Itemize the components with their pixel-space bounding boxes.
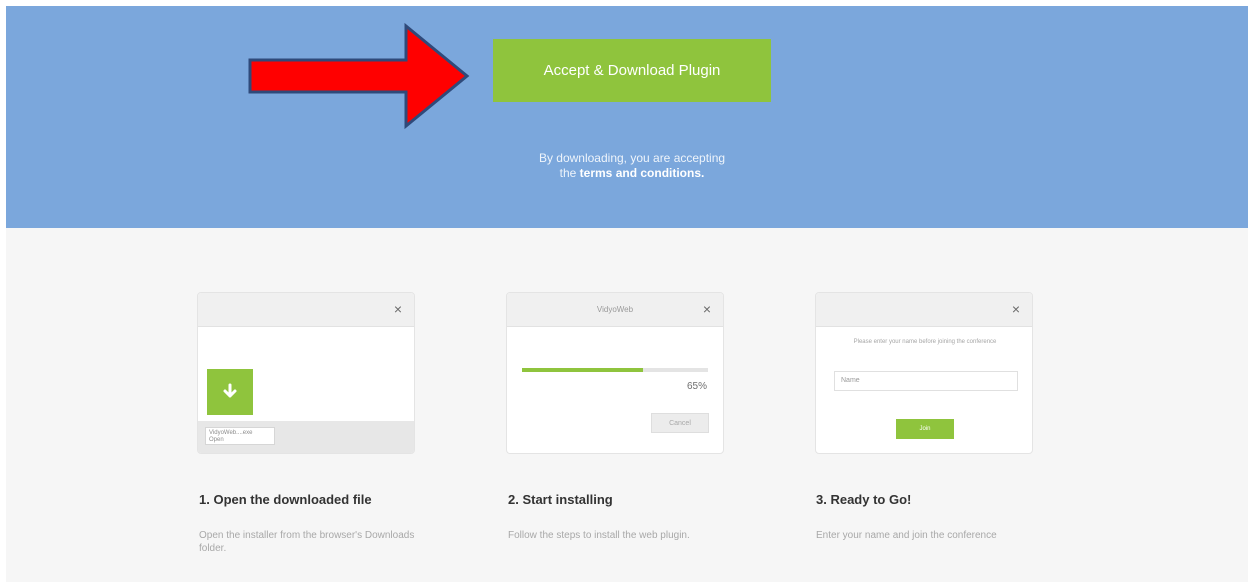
close-icon: × <box>1011 301 1020 317</box>
install-progress-bar <box>522 368 708 372</box>
step-2-illustration: VidyoWeb × 65% Cancel <box>506 292 724 454</box>
join-button: Join <box>896 419 954 439</box>
downloaded-file-chip: VidyoWeb....exe Open <box>205 427 275 445</box>
downloaded-file-action: Open <box>209 437 224 443</box>
plugin-download-page: Accept & Download Plugin By downloading,… <box>6 6 1248 582</box>
window-titlebar: × <box>816 293 1032 327</box>
step-1-illustration: × VidyoWeb....exe Open <box>197 292 415 454</box>
step-1-description: Open the installer from the browser's Do… <box>199 530 415 554</box>
annotation-arrow-icon <box>248 22 470 130</box>
downloads-bar: VidyoWeb....exe Open <box>198 421 414 453</box>
step-1-title: 1. Open the downloaded file <box>199 492 372 507</box>
step-3-description: Enter your name and join the conference <box>816 530 997 541</box>
step-2-description: Follow the steps to install the web plug… <box>508 530 690 541</box>
window-titlebar: VidyoWeb × <box>507 293 723 327</box>
step-2-title: 2. Start installing <box>508 492 613 507</box>
terms-line-2: the terms and conditions. <box>427 166 837 181</box>
install-progress-fill <box>522 368 643 372</box>
downloaded-file-name: VidyoWeb....exe <box>209 430 253 436</box>
close-icon: × <box>393 301 402 317</box>
download-hero: Accept & Download Plugin By downloading,… <box>6 6 1248 228</box>
terms-and-conditions-link[interactable]: terms and conditions. <box>580 166 705 180</box>
window-title: VidyoWeb <box>596 305 634 314</box>
accept-download-plugin-button[interactable]: Accept & Download Plugin <box>493 39 771 102</box>
terms-prefix: the <box>559 166 577 180</box>
step-3-title: 3. Ready to Go! <box>816 492 912 507</box>
download-tile <box>207 369 253 415</box>
cancel-button: Cancel <box>651 413 709 433</box>
name-prompt: Please enter your name before joining th… <box>853 339 997 345</box>
step-3-illustration: × Please enter your name before joining … <box>815 292 1033 454</box>
arrow-down-icon <box>223 383 237 398</box>
close-icon: × <box>702 301 711 317</box>
name-input: Name <box>834 371 1018 391</box>
terms-notice: By downloading, you are accepting the te… <box>427 151 837 181</box>
window-titlebar: × <box>198 293 414 327</box>
install-progress-label: 65% <box>686 381 707 392</box>
terms-line-1: By downloading, you are accepting <box>538 151 726 165</box>
